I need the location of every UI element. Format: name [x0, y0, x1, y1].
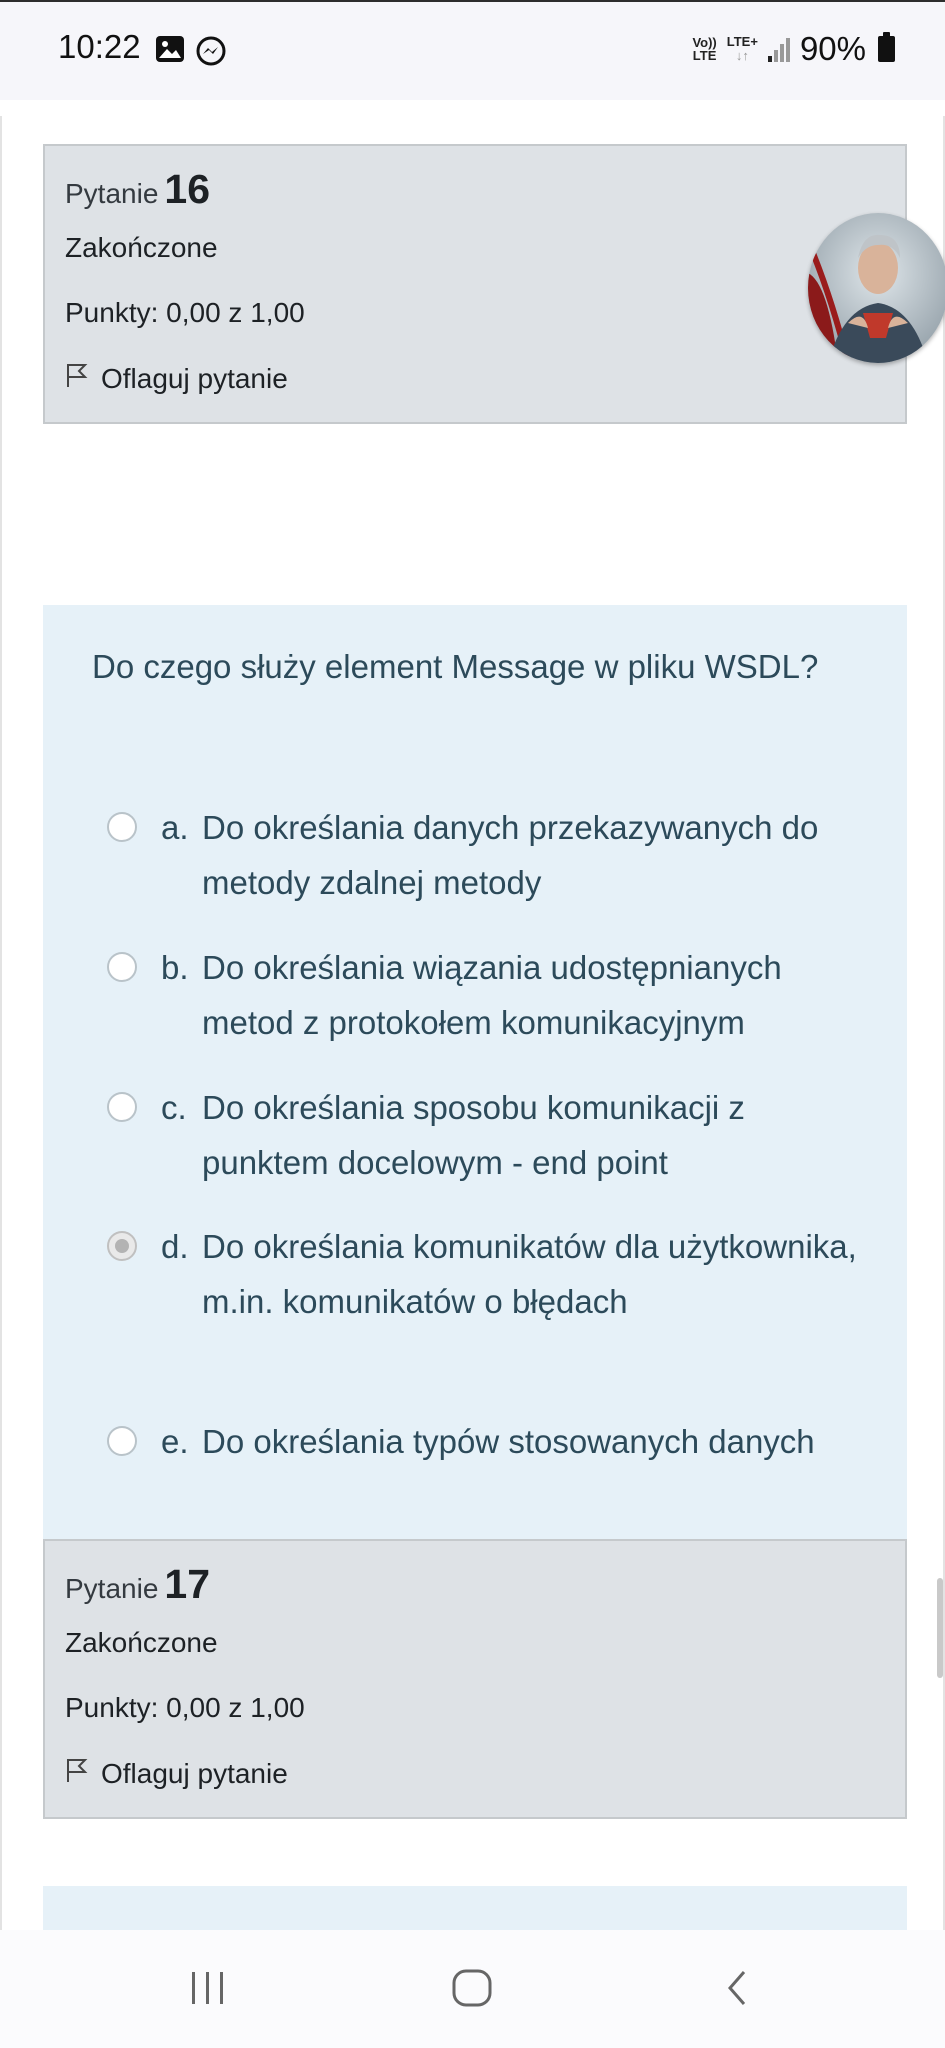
question-info-17: Pytanie 17 Zakończone Punkty: 0,00 z 1,00… — [43, 1539, 907, 1819]
question-grade: Punkty: 0,00 z 1,00 — [65, 297, 305, 328]
answer-option-a[interactable]: a. Do określania danych przekazywanych d… — [107, 800, 867, 910]
question-text: Do czego służy element Message w pliku W… — [92, 648, 819, 685]
question-grade: Punkty: 0,00 z 1,00 — [65, 1692, 305, 1723]
battery-icon — [878, 32, 895, 62]
answer-radio[interactable] — [107, 812, 137, 842]
lteplus-indicator: LTE+ ↓↑ — [726, 34, 758, 63]
question-state: Zakończone — [65, 232, 218, 263]
answer-letter: a. — [161, 809, 189, 846]
flag-label: Oflaguj pytanie — [101, 1757, 288, 1789]
battery-percent: 90% — [799, 30, 866, 67]
question-number: Pytanie 16 — [65, 166, 211, 212]
answer-text: Do określania danych przekazywanych do m… — [202, 809, 819, 901]
home-icon[interactable] — [451, 1968, 493, 2013]
answer-radio[interactable] — [107, 1092, 137, 1122]
gallery-icon — [155, 35, 185, 68]
quiz-page[interactable]: Pytanie 16 Zakończone Punkty: 0,00 z 1,00… — [0, 116, 945, 1946]
volte-indicator: Vo)) LTE — [692, 35, 717, 63]
back-icon[interactable] — [722, 1968, 752, 2013]
answer-letter: d. — [161, 1228, 189, 1265]
answer-option-e[interactable]: e. Do określania typów stosowanych danyc… — [107, 1414, 867, 1524]
answer-option-c[interactable]: c. Do określania sposobu komunikacji z p… — [107, 1080, 867, 1190]
answer-text: Do określania komunikatów dla użytkownik… — [202, 1228, 857, 1320]
answer-option-d[interactable]: d. Do określania komunikatów dla użytkow… — [107, 1219, 867, 1384]
answer-letter: c. — [161, 1089, 187, 1126]
signal-icon — [767, 36, 790, 62]
answer-letter: e. — [161, 1423, 189, 1460]
status-time: 10:22 — [58, 28, 141, 65]
answer-text: Do określania wiązania udostępnianych me… — [202, 949, 782, 1041]
question-formulation-16: Do czego służy element Message w pliku W… — [43, 605, 907, 1587]
answer-option-b[interactable]: b. Do określania wiązania udostępnianych… — [107, 940, 867, 1050]
answer-radio[interactable] — [107, 952, 137, 982]
messenger-icon — [195, 35, 227, 72]
answer-letter: b. — [161, 949, 189, 986]
status-bar: 10:22 Vo)) LTE LTE+ ↓↑ 90% — [0, 0, 945, 100]
recent-apps-icon[interactable] — [188, 1968, 228, 2013]
flag-question-link[interactable]: Oflaguj pytanie — [65, 362, 288, 395]
avatar[interactable] — [808, 213, 945, 363]
flag-question-link[interactable]: Oflaguj pytanie — [65, 1757, 288, 1790]
status-right: Vo)) LTE LTE+ ↓↑ 90% — [692, 30, 895, 68]
answer-text: Do określania sposobu komunikacji z punk… — [202, 1089, 745, 1181]
navigation-bar — [0, 1930, 945, 2048]
flag-icon — [65, 1757, 89, 1790]
question-state: Zakończone — [65, 1627, 218, 1658]
flag-icon — [65, 362, 89, 395]
flag-label: Oflaguj pytanie — [101, 362, 288, 394]
answer-text: Do określania typów stosowanych danych — [202, 1423, 815, 1460]
question-number: Pytanie 17 — [65, 1561, 211, 1607]
answer-radio-selected[interactable] — [107, 1231, 137, 1261]
answer-radio[interactable] — [107, 1426, 137, 1456]
question-info-16: Pytanie 16 Zakończone Punkty: 0,00 z 1,00… — [43, 144, 907, 424]
scrollbar[interactable] — [937, 1578, 943, 1678]
